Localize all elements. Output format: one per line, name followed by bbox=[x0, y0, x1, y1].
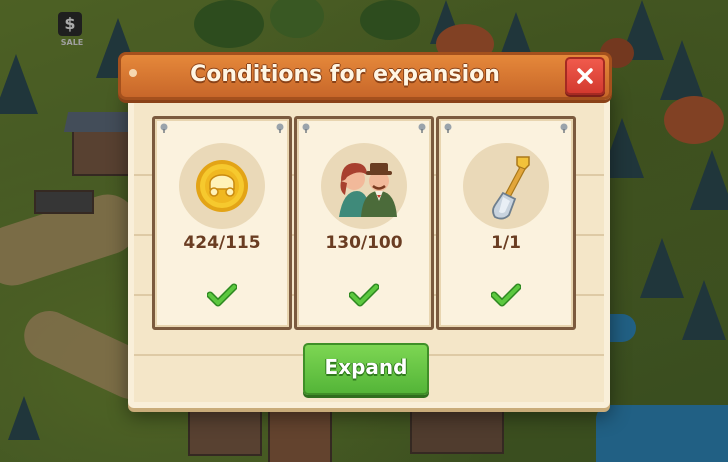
dialog-title: Conditions for expansion bbox=[190, 62, 500, 87]
close-button[interactable] bbox=[565, 57, 605, 95]
requirement-card-shovel: 1/1 bbox=[436, 116, 576, 330]
pin-icon bbox=[560, 123, 568, 133]
coin-icon bbox=[196, 160, 248, 212]
dialog-title-banner: Conditions for expansion bbox=[118, 52, 612, 100]
pin-icon bbox=[160, 123, 168, 133]
close-icon bbox=[577, 68, 593, 84]
requirement-card-coins: 424/115 bbox=[152, 116, 292, 330]
checkmark-icon bbox=[491, 283, 521, 307]
pin-icon bbox=[444, 123, 452, 133]
requirement-count: 424/115 bbox=[183, 233, 261, 253]
requirement-card-villagers: 130/100 bbox=[294, 116, 434, 330]
expand-button[interactable]: Expand bbox=[303, 343, 429, 395]
pin-icon bbox=[302, 123, 310, 133]
villagers-icon bbox=[339, 163, 397, 217]
pin-icon bbox=[418, 123, 426, 133]
shovel-icon bbox=[492, 156, 530, 220]
pin-icon bbox=[276, 123, 284, 133]
icon-badge bbox=[321, 143, 407, 229]
checkmark-icon bbox=[207, 283, 237, 307]
requirements-list: 424/115 130/100 1/1 bbox=[152, 116, 576, 330]
icon-badge bbox=[179, 143, 265, 229]
expand-button-label: Expand bbox=[324, 355, 408, 379]
checkmark-icon bbox=[349, 283, 379, 307]
requirement-count: 130/100 bbox=[325, 233, 403, 253]
requirement-count: 1/1 bbox=[491, 233, 521, 253]
icon-badge bbox=[463, 143, 549, 229]
